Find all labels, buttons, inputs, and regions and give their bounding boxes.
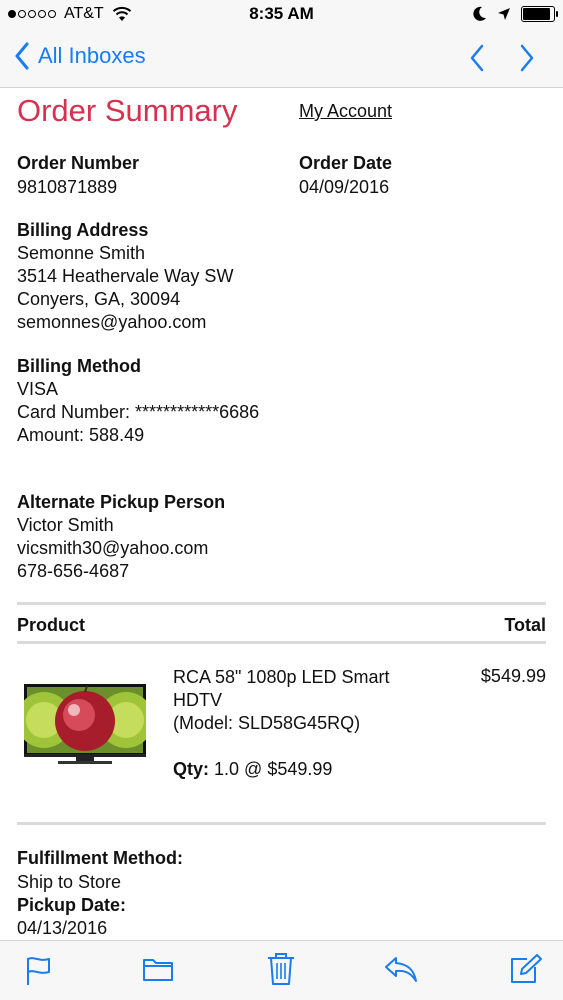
pickup-person-name: Victor Smith — [17, 515, 114, 535]
product-name-line: RCA 58" 1080p LED Smart — [173, 667, 390, 687]
billing-address-label: Billing Address — [17, 220, 149, 240]
status-bar: AT&T 8:35 AM — [0, 0, 563, 30]
folder-icon[interactable] — [142, 955, 174, 983]
divider — [17, 641, 546, 644]
pickup-person-email-link[interactable]: vicsmith30@yahoo.com — [17, 538, 208, 559]
back-button-label: All Inboxes — [38, 43, 146, 68]
qty-label: Qty: — [173, 759, 209, 779]
billing-name: Semonne Smith — [17, 243, 146, 263]
previous-message-chevron-up-icon[interactable] — [468, 44, 486, 72]
fulfillment-method-value: Ship to Store — [17, 872, 122, 892]
flag-icon[interactable] — [25, 955, 53, 987]
next-message-chevron-down-icon[interactable] — [518, 44, 536, 72]
card-type: VISA — [17, 379, 59, 399]
status-right — [463, 6, 558, 22]
product-total-price: $549.99 — [480, 666, 546, 686]
order-number-value: 9810871889 — [17, 177, 118, 197]
billing-street: 3514 Heathervale Way SW — [17, 266, 234, 286]
product-model: (Model: SLD58G45RQ) — [173, 713, 361, 733]
order-date-label: Order Date — [299, 153, 393, 173]
battery-level — [523, 8, 551, 20]
email-body: Order Summary My Account Order Number 98… — [0, 89, 563, 939]
divider — [17, 602, 546, 605]
total-column-header: Total — [504, 615, 546, 635]
product-name-line: HDTV — [173, 690, 222, 710]
product-column-header: Product — [17, 615, 86, 635]
pickup-date-value: 04/13/2016 — [17, 918, 108, 938]
mail-screen: AT&T 8:35 AM All Inboxes Order Summary M… — [0, 0, 563, 1000]
card-number: Card Number: ************6686 — [17, 402, 260, 422]
pickup-date-label: Pickup Date: — [17, 895, 127, 915]
tv-product-image[interactable] — [24, 684, 146, 766]
alternate-pickup-label: Alternate Pickup Person — [17, 492, 226, 512]
fulfillment-method-label: Fulfillment Method: — [17, 848, 183, 868]
order-summary-title: Order Summary — [17, 93, 238, 128]
divider — [17, 822, 546, 825]
reply-icon[interactable] — [383, 955, 419, 983]
mail-toolbar — [0, 940, 563, 1000]
order-number-label: Order Number — [17, 153, 140, 173]
trash-icon[interactable] — [266, 952, 296, 986]
billing-city: Conyers, GA, 30094 — [17, 289, 181, 309]
billing-email-link[interactable]: semonnes@yahoo.com — [17, 312, 206, 333]
nav-bar: All Inboxes — [0, 30, 563, 88]
pickup-person-phone-link[interactable]: 678-656-4687 — [17, 561, 129, 582]
order-date-value: 04/09/2016 — [299, 177, 390, 197]
back-button[interactable]: All Inboxes — [14, 42, 146, 70]
chevron-left-icon — [15, 42, 29, 70]
product-quantity: Qty: 1.0 @ $549.99 — [173, 759, 332, 780]
billing-method-label: Billing Method — [17, 356, 141, 376]
billing-amount: Amount: 588.49 — [17, 425, 145, 445]
product-description[interactable]: RCA 58" 1080p LED Smart HDTV (Model: SLD… — [173, 666, 433, 735]
my-account-link[interactable]: My Account — [299, 101, 392, 122]
battery-icon — [521, 6, 558, 22]
qty-value: 1.0 @ $549.99 — [214, 759, 333, 779]
compose-icon[interactable] — [509, 953, 543, 985]
do-not-disturb-moon-icon — [473, 6, 486, 21]
location-arrow-icon — [498, 8, 510, 20]
